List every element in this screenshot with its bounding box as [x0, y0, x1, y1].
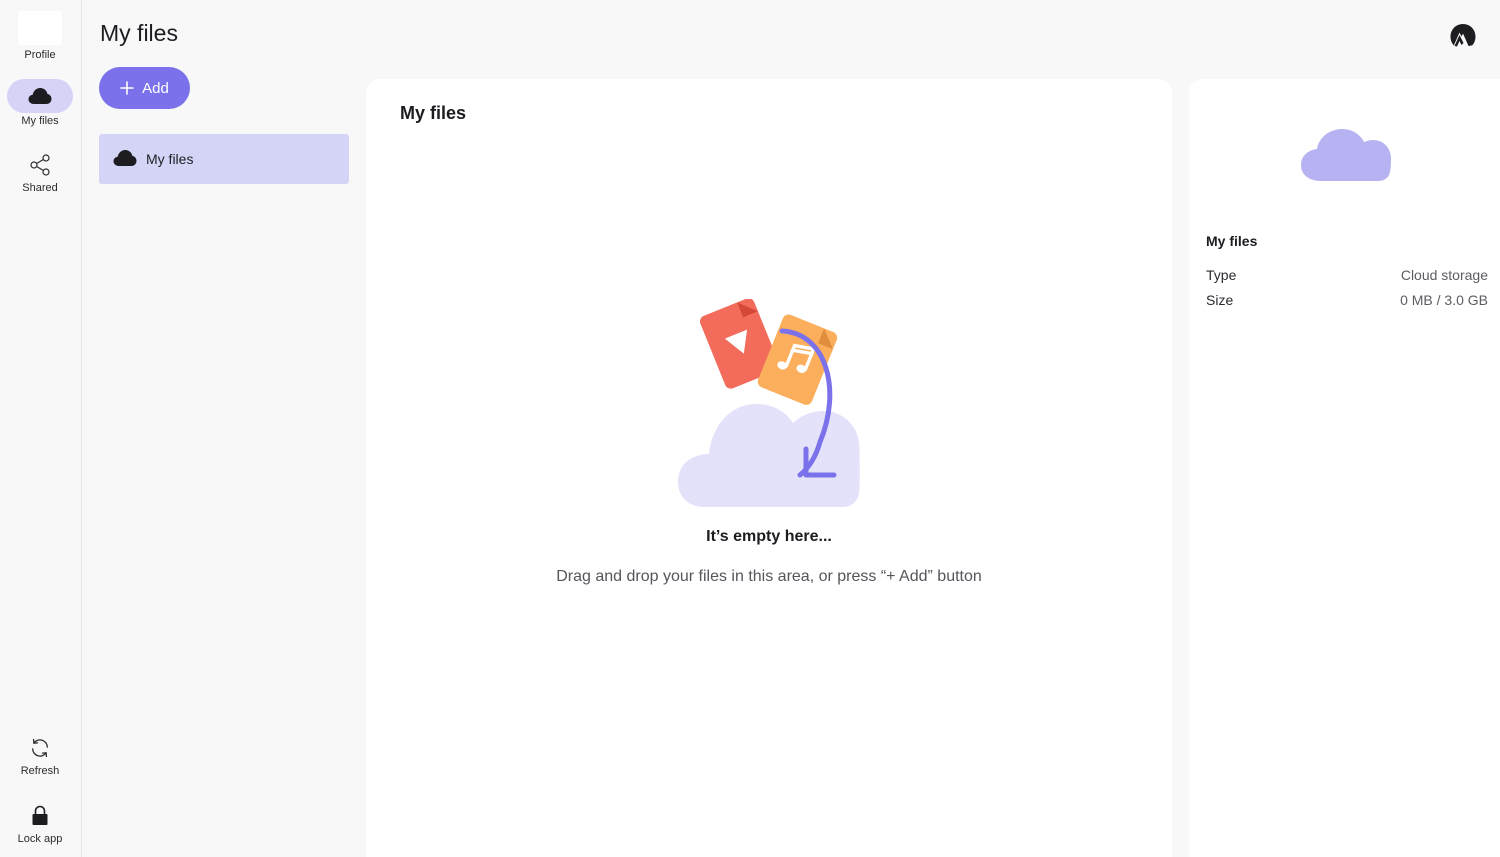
- empty-state-title: It’s empty here...: [706, 528, 832, 545]
- cloud-icon: [7, 79, 73, 113]
- cloud-icon: [1299, 127, 1393, 188]
- nav-rail: Profile My files Shared Refresh Lock app: [0, 0, 82, 857]
- avatar[interactable]: [18, 11, 62, 45]
- rail-profile-label: Profile: [24, 49, 56, 61]
- lock-icon: [7, 799, 73, 833]
- rail-shared-label: Shared: [22, 182, 58, 194]
- rail-refresh[interactable]: Refresh: [0, 731, 80, 777]
- rail-refresh-label: Refresh: [20, 765, 60, 777]
- details-size-key: Size: [1206, 292, 1234, 308]
- details-panel: My files Type Cloud storage Size 0 MB / …: [1189, 79, 1500, 857]
- details-title: My files: [1206, 233, 1258, 249]
- refresh-icon: [7, 731, 73, 765]
- share-icon: [7, 148, 73, 182]
- tree-item-label: My files: [146, 151, 194, 167]
- main-title: My files: [400, 103, 467, 123]
- rail-lock-label: Lock app: [17, 833, 63, 845]
- brand-logo-icon[interactable]: [1449, 23, 1477, 54]
- rail-my-files-label: My files: [21, 115, 59, 127]
- plus-icon: [120, 78, 134, 98]
- details-type-key: Type: [1206, 267, 1237, 283]
- add-button-label: Add: [142, 79, 169, 97]
- rail-profile[interactable]: Profile: [0, 11, 80, 61]
- cloud-icon: [113, 149, 137, 170]
- details-size-value: 0 MB / 3.0 GB: [1400, 292, 1488, 308]
- rail-lock[interactable]: Lock app: [0, 799, 80, 845]
- details-size-row: Size 0 MB / 3.0 GB: [1206, 292, 1488, 308]
- empty-state-subtitle: Drag and drop your files in this area, o…: [556, 568, 982, 585]
- empty-state-illustration: [676, 298, 866, 514]
- details-type-row: Type Cloud storage: [1206, 267, 1488, 283]
- add-button[interactable]: Add: [99, 67, 190, 109]
- rail-my-files[interactable]: My files: [0, 79, 80, 127]
- details-type-value: Cloud storage: [1400, 267, 1488, 283]
- file-drop-area[interactable]: My files It’s empty here... Drag and dro…: [366, 79, 1172, 857]
- rail-shared[interactable]: Shared: [0, 148, 80, 194]
- tree-item-my-files[interactable]: My files: [99, 134, 349, 184]
- page-title: My files: [100, 20, 178, 46]
